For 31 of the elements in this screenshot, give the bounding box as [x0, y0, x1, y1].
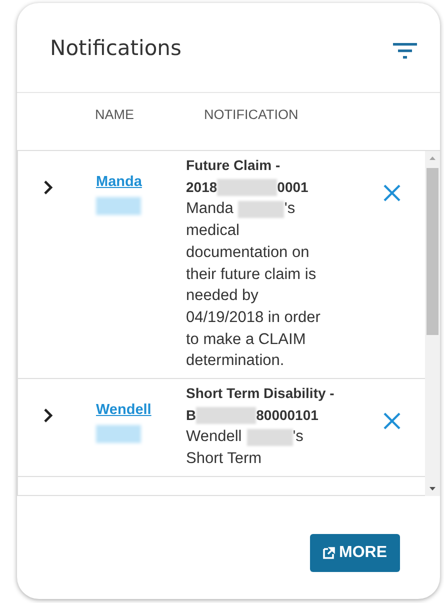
notification-title: Future Claim - — [186, 156, 282, 175]
more-button[interactable]: MORE — [310, 534, 400, 572]
redaction-block — [96, 197, 141, 215]
redaction-block — [246, 428, 293, 446]
claim-number: 2018 — [186, 178, 218, 197]
notification-text: Short Term — [186, 449, 263, 470]
redaction-block — [217, 179, 278, 196]
claim-number: 0001 — [277, 178, 308, 197]
claim-number: 80000101 — [256, 406, 318, 425]
redaction-block — [96, 425, 141, 444]
notification-text: medical documentation on their future claim is needed by 04/19/2018 in order to make a CLAIM determination. — [186, 221, 322, 372]
close-icon[interactable] — [383, 412, 401, 430]
possessive-text: 's — [284, 199, 296, 220]
chevron-right-icon[interactable] — [43, 408, 53, 424]
external-link-icon — [323, 547, 335, 559]
redaction-block — [238, 200, 284, 218]
person-name: Wendell — [186, 427, 242, 448]
scrollbar[interactable] — [425, 151, 440, 496]
name-link[interactable]: Wendell — [96, 402, 152, 418]
close-icon[interactable] — [383, 184, 401, 202]
person-name: Manda — [186, 199, 234, 220]
column-header: NAME — [95, 107, 136, 124]
redaction-block — [196, 407, 256, 424]
name-link[interactable]: Manda — [96, 174, 142, 190]
column-header: NOTIFICATION — [204, 107, 298, 124]
filter-icon[interactable] — [393, 42, 417, 58]
chevron-right-icon[interactable] — [43, 180, 53, 195]
notification-title: Short Term Disability - — [186, 384, 336, 404]
card-title: Notifications — [50, 36, 182, 60]
claim-number: B — [186, 406, 196, 425]
possessive-text: 's — [292, 427, 304, 448]
